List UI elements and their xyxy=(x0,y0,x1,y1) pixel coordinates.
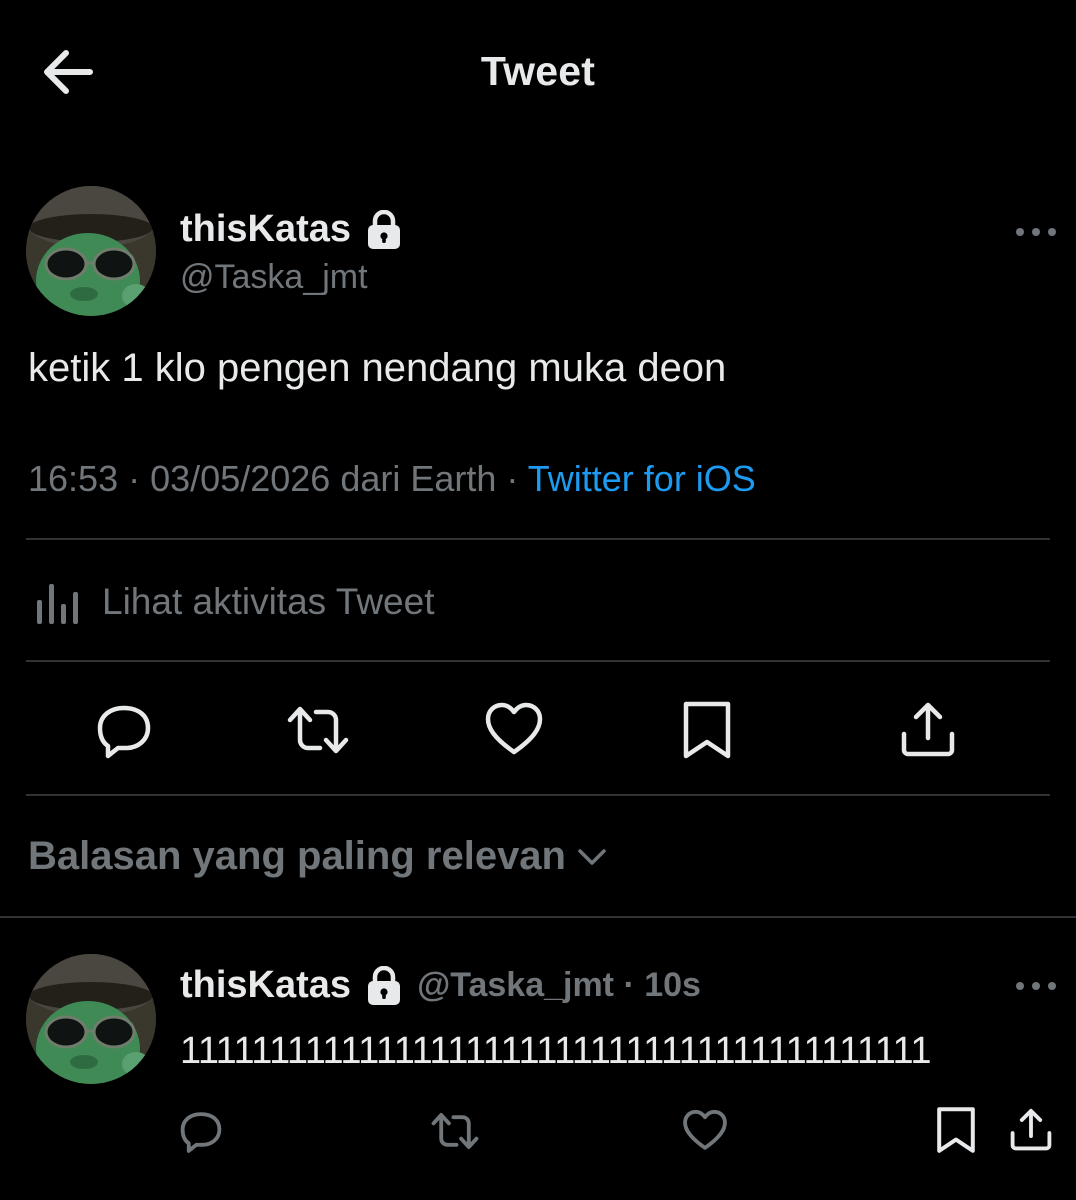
reply-bookmark-icon[interactable] xyxy=(934,1106,980,1153)
display-name-text: thisKatas xyxy=(180,208,352,250)
avatar[interactable] xyxy=(26,186,156,316)
reply-share-icon[interactable] xyxy=(1008,1106,1054,1152)
tweet-activity-label: Lihat aktivitas Tweet xyxy=(102,581,435,622)
tweet-location: dari Earth xyxy=(340,458,497,499)
reply-avatar[interactable] xyxy=(26,954,156,1084)
lock-icon xyxy=(365,965,403,1006)
lock-icon xyxy=(365,209,403,250)
reply-more-options-icon[interactable] xyxy=(1014,976,1058,996)
tweet-source-link[interactable]: Twitter for iOS xyxy=(528,458,756,499)
like-icon[interactable] xyxy=(484,700,544,760)
retweet-icon[interactable] xyxy=(286,700,349,760)
display-name[interactable]: thisKatas xyxy=(180,208,403,251)
divider xyxy=(26,538,1050,540)
meta-separator: · xyxy=(506,458,519,499)
more-options-icon[interactable] xyxy=(1014,222,1058,242)
divider xyxy=(26,794,1050,796)
reply-icon[interactable] xyxy=(94,700,154,760)
tweet-text: ketik 1 klo pengen nendang muka deon xyxy=(28,346,727,390)
page-title: Tweet xyxy=(480,48,596,94)
reply-handle-time: @Taska_jmt · 10s xyxy=(417,966,701,1004)
reply-author[interactable]: thisKatas @Taska_jmt · 10s xyxy=(180,964,701,1007)
tweet-metadata: 16:53 · 03/05/2026 dari Earth · Twitter … xyxy=(28,458,756,500)
tweet-date: 03/05/2026 xyxy=(150,458,331,499)
divider xyxy=(0,916,1076,918)
reply-text: 1111111111111111111111111111111111111111… xyxy=(180,1030,932,1072)
bookmark-icon[interactable] xyxy=(680,700,740,760)
reply-reply-icon[interactable] xyxy=(178,1108,224,1154)
divider xyxy=(26,660,1050,662)
replies-sort-dropdown[interactable]: Balasan yang paling relevan xyxy=(28,834,608,879)
reply-like-icon[interactable] xyxy=(682,1108,728,1154)
reply-retweet-icon[interactable] xyxy=(430,1108,479,1154)
tweet-time: 16:53 xyxy=(28,458,119,499)
tweet-activity-link[interactable]: Lihat aktivitas Tweet xyxy=(34,578,435,626)
user-handle[interactable]: @Taska_jmt xyxy=(180,258,368,297)
share-icon[interactable] xyxy=(898,700,958,760)
meta-separator: · xyxy=(128,458,141,499)
analytics-icon xyxy=(34,578,82,626)
reply-display-name: thisKatas xyxy=(180,964,352,1006)
replies-sort-label: Balasan yang paling relevan xyxy=(28,834,566,878)
chevron-down-icon xyxy=(576,841,608,873)
